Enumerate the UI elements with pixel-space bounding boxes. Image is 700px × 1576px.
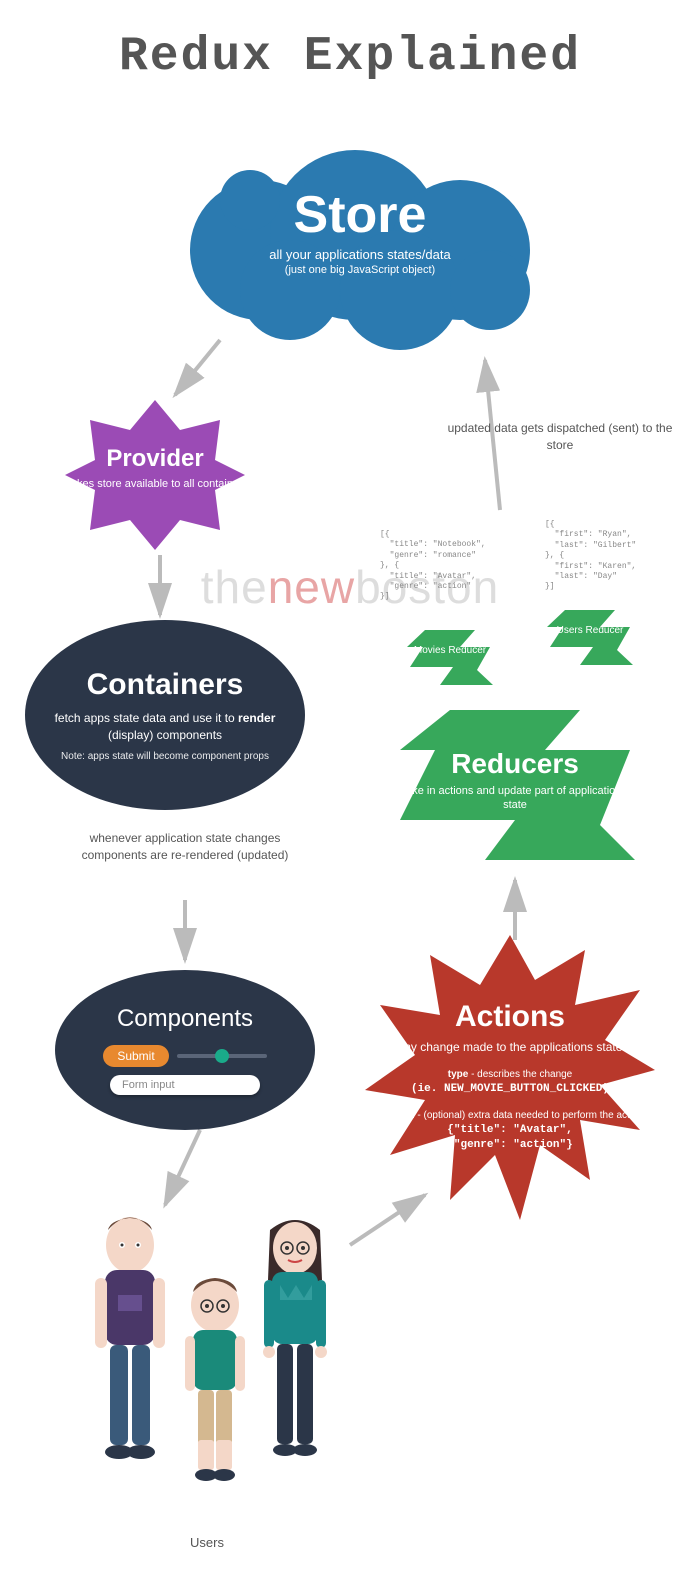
provider-heading: Provider (55, 445, 255, 473)
components-node: Components Submit Form input (55, 970, 315, 1130)
flow-label-dispatch: updated data gets dispatched (sent) to t… (445, 420, 675, 454)
users-reducer-label: Users Reducer (545, 605, 635, 637)
containers-note: Note: apps state will become component p… (53, 751, 277, 762)
provider-node: Provider makes store available to all co… (55, 390, 255, 491)
actions-node: Actions any change made to the applicati… (360, 930, 660, 1154)
store-node: Store all your applications states/data … (190, 140, 530, 340)
containers-node: Containers fetch apps state data and use… (25, 620, 305, 810)
users-label: Users (190, 1535, 224, 1550)
arrow-provider-containers (140, 550, 180, 630)
form-input[interactable]: Form input (110, 1075, 260, 1095)
provider-desc: makes store available to all containers (55, 477, 255, 491)
page-title: Redux Explained (0, 0, 700, 84)
flow-label-rerender: whenever application state changes compo… (60, 830, 310, 864)
movies-reducer-node: Movies Reducer (405, 625, 495, 657)
containers-desc: fetch apps state data and use it to rend… (53, 710, 277, 744)
movies-reducer-label: Movies Reducer (405, 625, 495, 657)
actions-desc: any change made to the applications stat… (360, 1040, 660, 1056)
reducers-node: Reducers take in actions and update part… (390, 700, 640, 813)
users-illustration (70, 1210, 350, 1520)
store-heading: Store (190, 185, 530, 245)
users-reducer-node: Users Reducer (545, 605, 635, 637)
code-movies: [{ "title": "Notebook", "genre": "romanc… (380, 530, 486, 603)
reducers-heading: Reducers (390, 748, 640, 780)
arrow-components-users (150, 1120, 230, 1220)
code-users: [{ "first": "Ryan", "last": "Gilbert" },… (545, 520, 636, 593)
submit-button[interactable]: Submit (103, 1045, 168, 1067)
arrow-containers-components (165, 895, 205, 975)
actions-payload: payload - (optional) extra data needed t… (360, 1109, 660, 1154)
store-desc-2: (just one big JavaScript object) (190, 264, 530, 276)
actions-type: type - describes the change (ie. NEW_MOV… (360, 1068, 660, 1097)
components-heading: Components (117, 1005, 253, 1033)
store-desc-1: all your applications states/data (190, 247, 530, 262)
reducers-desc: take in actions and update part of appli… (390, 784, 640, 813)
containers-heading: Containers (53, 668, 277, 702)
actions-heading: Actions (360, 1000, 660, 1034)
slider-control[interactable] (177, 1054, 267, 1058)
